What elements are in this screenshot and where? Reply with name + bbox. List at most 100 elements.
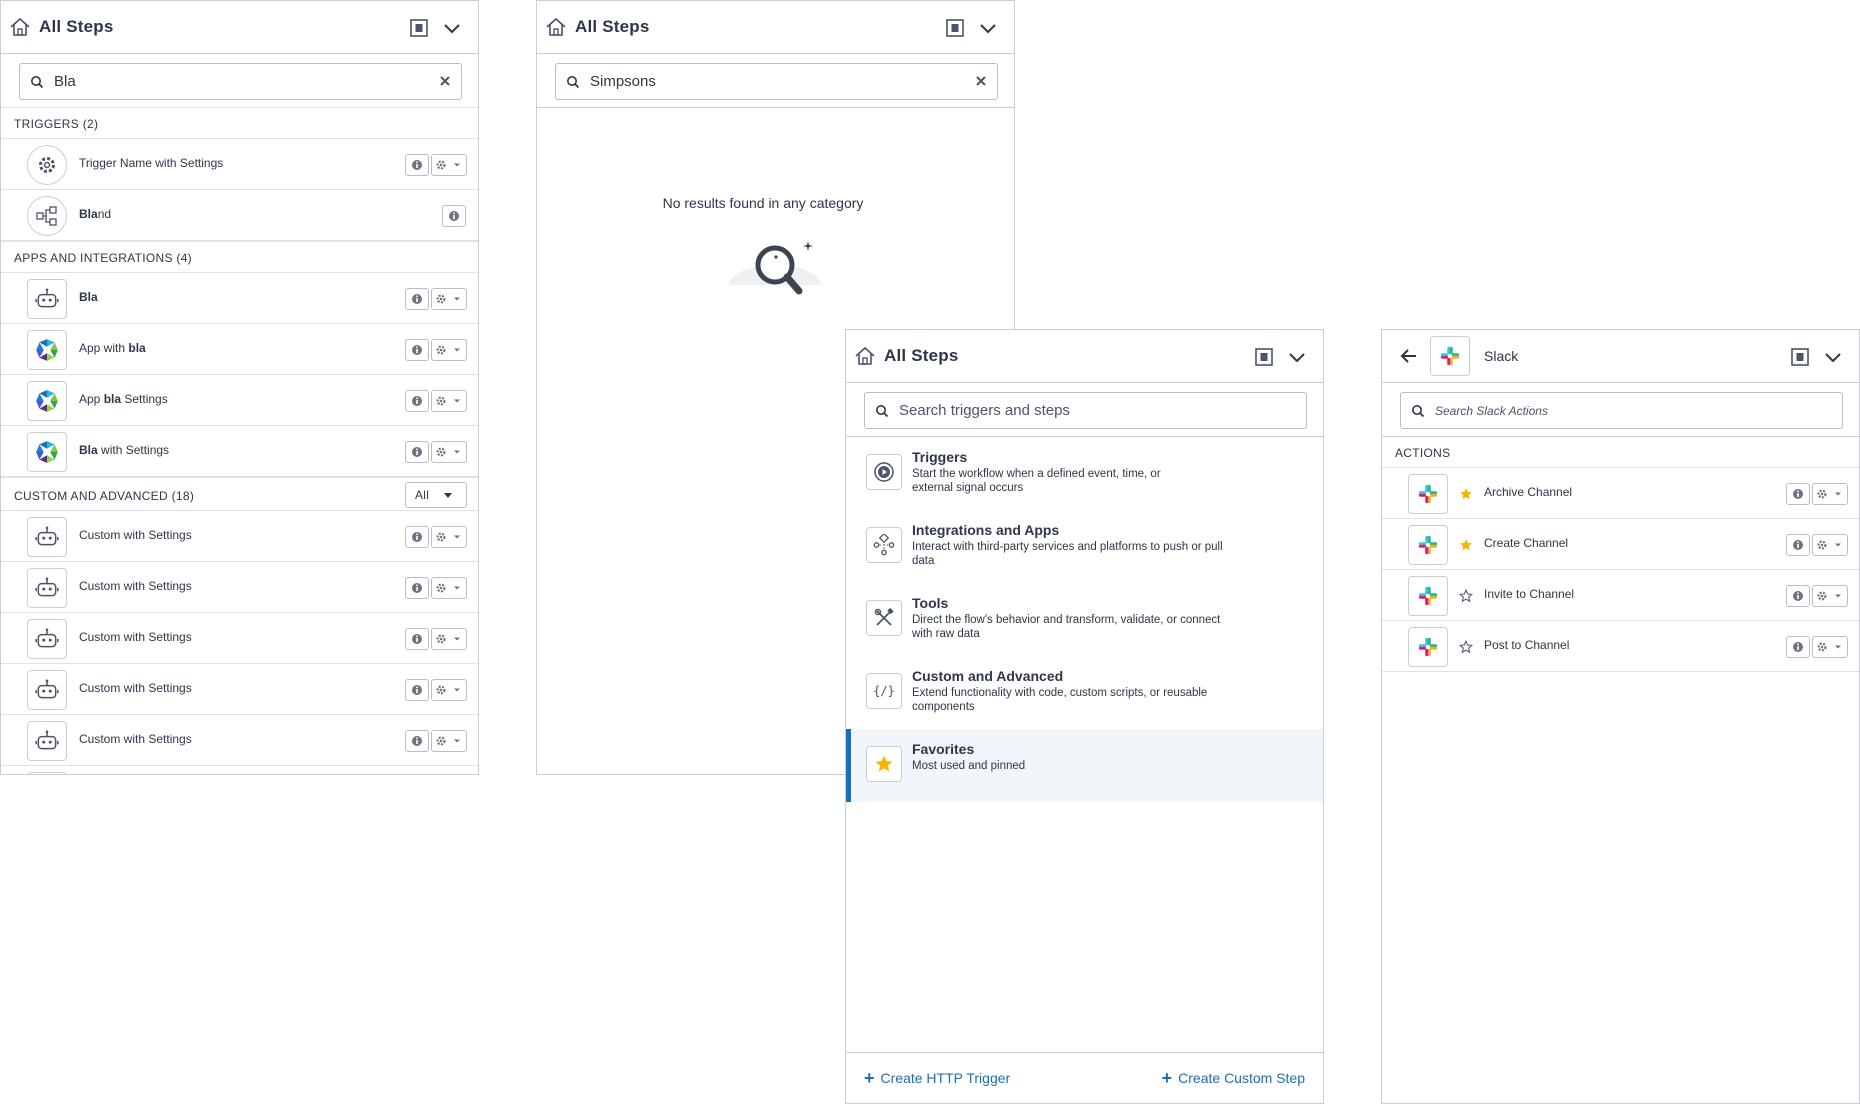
favorite-star-icon[interactable] xyxy=(1459,487,1473,501)
list-item[interactable]: App with bla xyxy=(1,324,478,375)
category-title: Favorites xyxy=(912,741,975,757)
favorite-star-outline-icon[interactable] xyxy=(1459,640,1473,654)
category-favorites[interactable]: Favorites Most used and pinned xyxy=(846,729,1323,802)
slack-icon xyxy=(1417,534,1439,556)
info-button[interactable] xyxy=(405,339,429,361)
list-item[interactable]: Trigger Name with Settings xyxy=(1,139,478,190)
collapse-panel-icon[interactable] xyxy=(1790,347,1810,367)
settings-dropdown-button[interactable] xyxy=(431,577,467,599)
search-placeholder[interactable]: Search Slack Actions xyxy=(1435,404,1548,418)
list-item[interactable]: App bla Settings xyxy=(1,375,478,426)
action-item[interactable]: Post to Channel xyxy=(1382,621,1859,672)
collapse-panel-icon[interactable] xyxy=(409,18,429,38)
action-item[interactable]: Create Channel xyxy=(1382,519,1859,570)
info-button[interactable] xyxy=(442,205,466,227)
back-arrow-icon[interactable] xyxy=(1400,347,1418,365)
info-icon xyxy=(411,293,423,305)
search-value[interactable]: Bla xyxy=(54,73,76,90)
clear-search-icon[interactable] xyxy=(439,75,451,87)
category-tools[interactable]: Tools Direct the flow's behavior and tra… xyxy=(846,583,1323,656)
settings-dropdown-button[interactable] xyxy=(431,390,467,412)
info-button[interactable] xyxy=(405,526,429,548)
settings-dropdown-button[interactable] xyxy=(1812,636,1848,658)
search-input[interactable]: Bla xyxy=(19,63,462,100)
search-input[interactable]: Simpsons xyxy=(555,63,998,100)
category-triggers[interactable]: Triggers Start the workflow when a defin… xyxy=(846,437,1323,510)
info-button[interactable] xyxy=(1786,585,1810,607)
favorite-star-icon[interactable] xyxy=(1459,538,1473,552)
search-icon xyxy=(875,404,889,418)
info-button[interactable] xyxy=(405,577,429,599)
chevron-down-icon[interactable] xyxy=(1823,347,1843,367)
chevron-down-icon[interactable] xyxy=(978,18,998,38)
search-input[interactable]: Search triggers and steps xyxy=(864,392,1307,429)
settings-dropdown-button[interactable] xyxy=(431,628,467,650)
category-description: Start the workflow when a defined event,… xyxy=(912,468,1161,494)
flow-icon xyxy=(35,204,59,228)
home-icon[interactable] xyxy=(545,16,567,38)
settings-dropdown-button[interactable] xyxy=(431,288,467,310)
info-button[interactable] xyxy=(405,730,429,752)
section-title: APPS AND INTEGRATIONS (4) xyxy=(14,251,192,265)
settings-dropdown-button[interactable] xyxy=(1812,534,1848,556)
app-icon xyxy=(27,432,67,472)
search-value[interactable]: Simpsons xyxy=(590,73,656,90)
settings-dropdown-button[interactable] xyxy=(1812,585,1848,607)
list-item[interactable]: Bla xyxy=(1,273,478,324)
settings-dropdown-button[interactable] xyxy=(431,679,467,701)
category-description: Direct the flow's behavior and transform… xyxy=(912,614,1221,640)
list-item[interactable]: Bland xyxy=(1,190,478,241)
home-icon[interactable] xyxy=(9,16,31,38)
settings-dropdown-button[interactable] xyxy=(1812,483,1848,505)
category-filter-dropdown[interactable]: All xyxy=(405,482,467,508)
create-http-trigger-button[interactable]: + Create HTTP Trigger xyxy=(864,1069,1010,1087)
list-item[interactable]: Bla with Settings xyxy=(1,426,478,477)
item-label: App with bla xyxy=(79,341,146,355)
list-item[interactable]: Custom with Settings xyxy=(1,562,478,613)
search-icon xyxy=(30,75,44,89)
category-integrations[interactable]: Integrations and Apps Interact with thir… xyxy=(846,510,1323,583)
info-button[interactable] xyxy=(405,441,429,463)
settings-dropdown-button[interactable] xyxy=(431,526,467,548)
info-button[interactable] xyxy=(405,679,429,701)
list-item-partial[interactable] xyxy=(1,766,478,774)
info-button[interactable] xyxy=(405,390,429,412)
list-item[interactable]: Custom with Settings xyxy=(1,613,478,664)
create-custom-step-button[interactable]: + Create Custom Step xyxy=(1162,1069,1305,1087)
panel-footer: + Create HTTP Trigger + Create Custom St… xyxy=(846,1052,1323,1103)
category-custom[interactable]: {/} Custom and Advanced Extend functiona… xyxy=(846,656,1323,729)
action-item[interactable]: Invite to Channel xyxy=(1382,570,1859,621)
divider xyxy=(537,107,1014,108)
section-header-custom: CUSTOM AND ADVANCED (18) All xyxy=(1,477,478,511)
collapse-panel-icon[interactable] xyxy=(1254,347,1274,367)
settings-dropdown-button[interactable] xyxy=(431,730,467,752)
info-button[interactable] xyxy=(1786,483,1810,505)
item-label: Bla xyxy=(79,290,98,304)
info-button[interactable] xyxy=(1786,636,1810,658)
settings-dropdown-button[interactable] xyxy=(431,441,467,463)
info-button[interactable] xyxy=(405,288,429,310)
settings-dropdown-button[interactable] xyxy=(431,339,467,361)
info-icon xyxy=(411,684,423,696)
search-placeholder[interactable]: Search triggers and steps xyxy=(899,402,1070,419)
list-item[interactable]: Custom with Settings xyxy=(1,715,478,766)
info-button[interactable] xyxy=(405,628,429,650)
section-title: ACTIONS xyxy=(1395,446,1451,460)
info-button[interactable] xyxy=(405,154,429,176)
panel-title: Slack xyxy=(1484,348,1519,364)
action-item[interactable]: Archive Channel xyxy=(1382,468,1859,519)
slack-icon xyxy=(1417,636,1439,658)
section-title: CUSTOM AND ADVANCED (18) xyxy=(14,489,195,503)
info-button[interactable] xyxy=(1786,534,1810,556)
chevron-down-icon[interactable] xyxy=(1287,347,1307,367)
list-item[interactable]: Custom with Settings xyxy=(1,664,478,715)
collapse-panel-icon[interactable] xyxy=(945,18,965,38)
search-input[interactable]: Search Slack Actions xyxy=(1400,392,1843,429)
settings-dropdown-button[interactable] xyxy=(431,154,467,176)
home-icon[interactable] xyxy=(854,345,876,367)
clear-search-icon[interactable] xyxy=(975,75,987,87)
list-item[interactable]: Custom with Settings xyxy=(1,511,478,562)
chevron-down-icon[interactable] xyxy=(442,18,462,38)
code-icon: {/} xyxy=(873,684,895,698)
favorite-star-outline-icon[interactable] xyxy=(1459,589,1473,603)
